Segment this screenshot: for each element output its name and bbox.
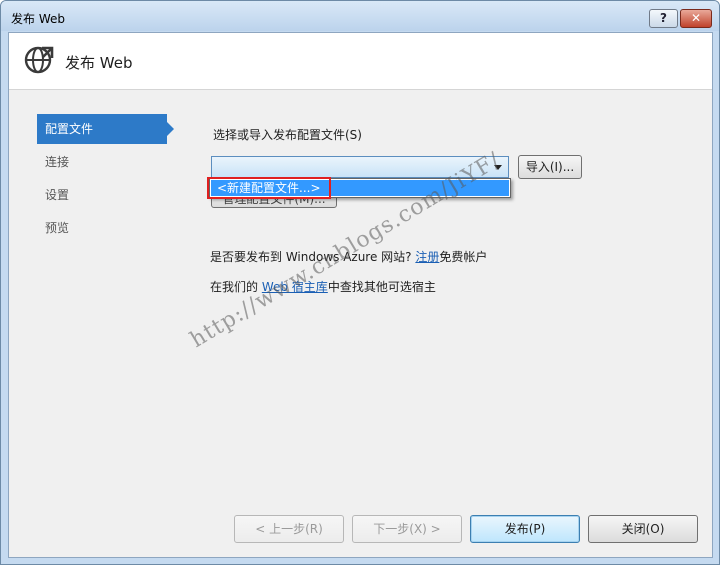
help-button[interactable]: ? [649, 9, 678, 28]
previous-button[interactable]: < 上一步(R) [234, 515, 344, 543]
active-arrow-icon [167, 122, 174, 136]
dialog-header: 发布 Web [9, 33, 712, 90]
sidebar-item-label: 配置文件 [45, 122, 94, 136]
window-title: 发布 Web [11, 12, 65, 26]
publish-button[interactable]: 发布(P) [470, 515, 580, 543]
sidebar-item-profile[interactable]: 配置文件 [37, 114, 174, 144]
dialog-client-area: 发布 Web 配置文件 连接 设置 预览 选择或导入发布配置文件(S) 导入(I… [8, 32, 713, 558]
red-highlight-annotation [207, 177, 331, 199]
sidebar-item-preview[interactable]: 预览 [37, 213, 163, 243]
hosting-prompt-suffix: 中查找其他可选宿主 [327, 280, 436, 294]
import-button[interactable]: 导入(I)... [518, 155, 582, 179]
next-button[interactable]: 下一步(X) > [352, 515, 462, 543]
azure-prompt-suffix: 免费帐户 [439, 250, 488, 264]
close-button[interactable]: 关闭(O) [588, 515, 698, 543]
sidebar-item-connection[interactable]: 连接 [37, 147, 163, 177]
hosting-prompt: 在我们的 Web 宿主库中查找其他可选宿主 [210, 278, 436, 295]
title-bar[interactable]: 发布 Web ? ✕ [1, 1, 719, 31]
close-window-button[interactable]: ✕ [680, 9, 712, 28]
select-profile-label: 选择或导入发布配置文件(S) [213, 128, 362, 142]
register-link[interactable]: 注册 [415, 250, 439, 264]
sidebar-item-label: 连接 [45, 155, 70, 169]
dialog-body: 配置文件 连接 设置 预览 选择或导入发布配置文件(S) 导入(I)... 管理… [9, 90, 712, 557]
sidebar-item-label: 预览 [45, 221, 70, 235]
sidebar-item-label: 设置 [45, 188, 70, 202]
globe-publish-icon [24, 46, 54, 74]
sidebar-item-settings[interactable]: 设置 [37, 180, 163, 210]
header-title: 发布 Web [65, 54, 133, 72]
publish-web-dialog: 发布 Web ? ✕ 发布 Web 配置文件 连接 设置 预览 选择或导入发布配… [0, 0, 720, 565]
